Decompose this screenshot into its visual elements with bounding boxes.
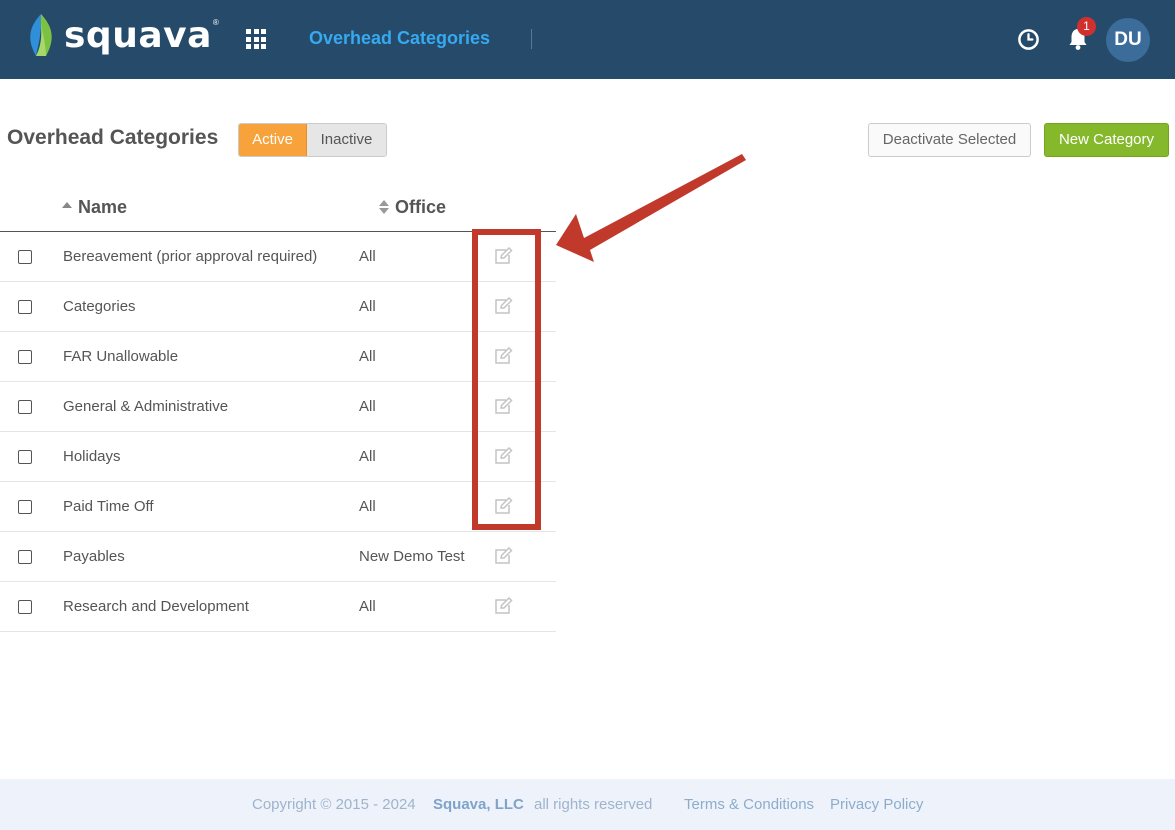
notification-badge: 1	[1077, 17, 1096, 36]
sort-icon	[379, 200, 389, 214]
row-checkbox[interactable]	[18, 350, 32, 364]
user-avatar[interactable]: DU	[1106, 18, 1150, 62]
terms-link[interactable]: Terms & Conditions	[684, 796, 814, 813]
deactivate-selected-button[interactable]: Deactivate Selected	[868, 123, 1031, 157]
page-title: Overhead Categories	[7, 126, 219, 149]
category-office: All	[359, 248, 376, 265]
category-office: All	[359, 498, 376, 515]
row-checkbox[interactable]	[18, 400, 32, 414]
column-label-name: Name	[78, 197, 128, 217]
category-name: FAR Unallowable	[63, 348, 179, 365]
header-divider	[531, 29, 532, 49]
row-checkbox[interactable]	[18, 600, 32, 614]
column-header-name[interactable]: Name	[62, 197, 127, 218]
category-office: All	[359, 298, 376, 315]
status-toggle: Active Inactive	[238, 123, 387, 157]
category-name: Categories	[63, 298, 136, 315]
table-row: Research and Development All	[0, 582, 556, 632]
category-name: Holidays	[63, 448, 121, 465]
edit-icon[interactable]	[493, 547, 513, 565]
annotation-highlight-box	[472, 229, 541, 530]
column-label-office: Office	[395, 197, 447, 217]
tab-active[interactable]: Active	[239, 124, 307, 156]
category-office: All	[359, 598, 376, 615]
top-navigation-bar: squava ® Overhead Categories 1 DU	[0, 0, 1175, 79]
category-name: Paid Time Off	[63, 498, 154, 515]
category-office: All	[359, 398, 376, 415]
footer-company: Squava, LLC	[433, 796, 524, 813]
footer-rights: all rights reserved	[534, 796, 653, 813]
table-header: Name Office	[0, 183, 556, 232]
column-header-office[interactable]: Office	[379, 197, 446, 218]
category-office: New Demo Test	[359, 548, 465, 565]
row-checkbox[interactable]	[18, 550, 32, 564]
row-checkbox[interactable]	[18, 500, 32, 514]
new-category-button[interactable]: New Category	[1044, 123, 1169, 157]
privacy-link[interactable]: Privacy Policy	[830, 796, 923, 813]
clock-icon[interactable]	[1017, 28, 1040, 51]
registered-mark: ®	[212, 18, 219, 27]
squava-logo[interactable]: squava ®	[24, 12, 219, 60]
tab-inactive[interactable]: Inactive	[307, 124, 386, 156]
brand-wordmark: squava	[64, 15, 212, 56]
row-checkbox[interactable]	[18, 450, 32, 464]
category-name: General & Administrative	[63, 398, 229, 415]
table-row: Payables New Demo Test	[0, 532, 556, 582]
category-name: Bereavement (prior approval required)	[63, 248, 318, 265]
category-office: All	[359, 348, 376, 365]
category-name: Payables	[63, 548, 125, 565]
footer-copyright: Copyright © 2015 - 2024	[252, 796, 416, 813]
sort-ascending-icon	[62, 202, 72, 208]
category-office: All	[359, 448, 376, 465]
edit-icon[interactable]	[493, 597, 513, 615]
row-checkbox[interactable]	[18, 250, 32, 264]
app-grid-icon[interactable]	[246, 29, 266, 49]
leaf-logo-icon	[30, 14, 52, 56]
row-checkbox[interactable]	[18, 300, 32, 314]
page-footer: Copyright © 2015 - 2024 Squava, LLC all …	[0, 779, 1175, 830]
annotation-arrow-icon	[556, 154, 746, 262]
header-page-title: Overhead Categories	[309, 28, 491, 48]
category-name: Research and Development	[63, 598, 249, 615]
